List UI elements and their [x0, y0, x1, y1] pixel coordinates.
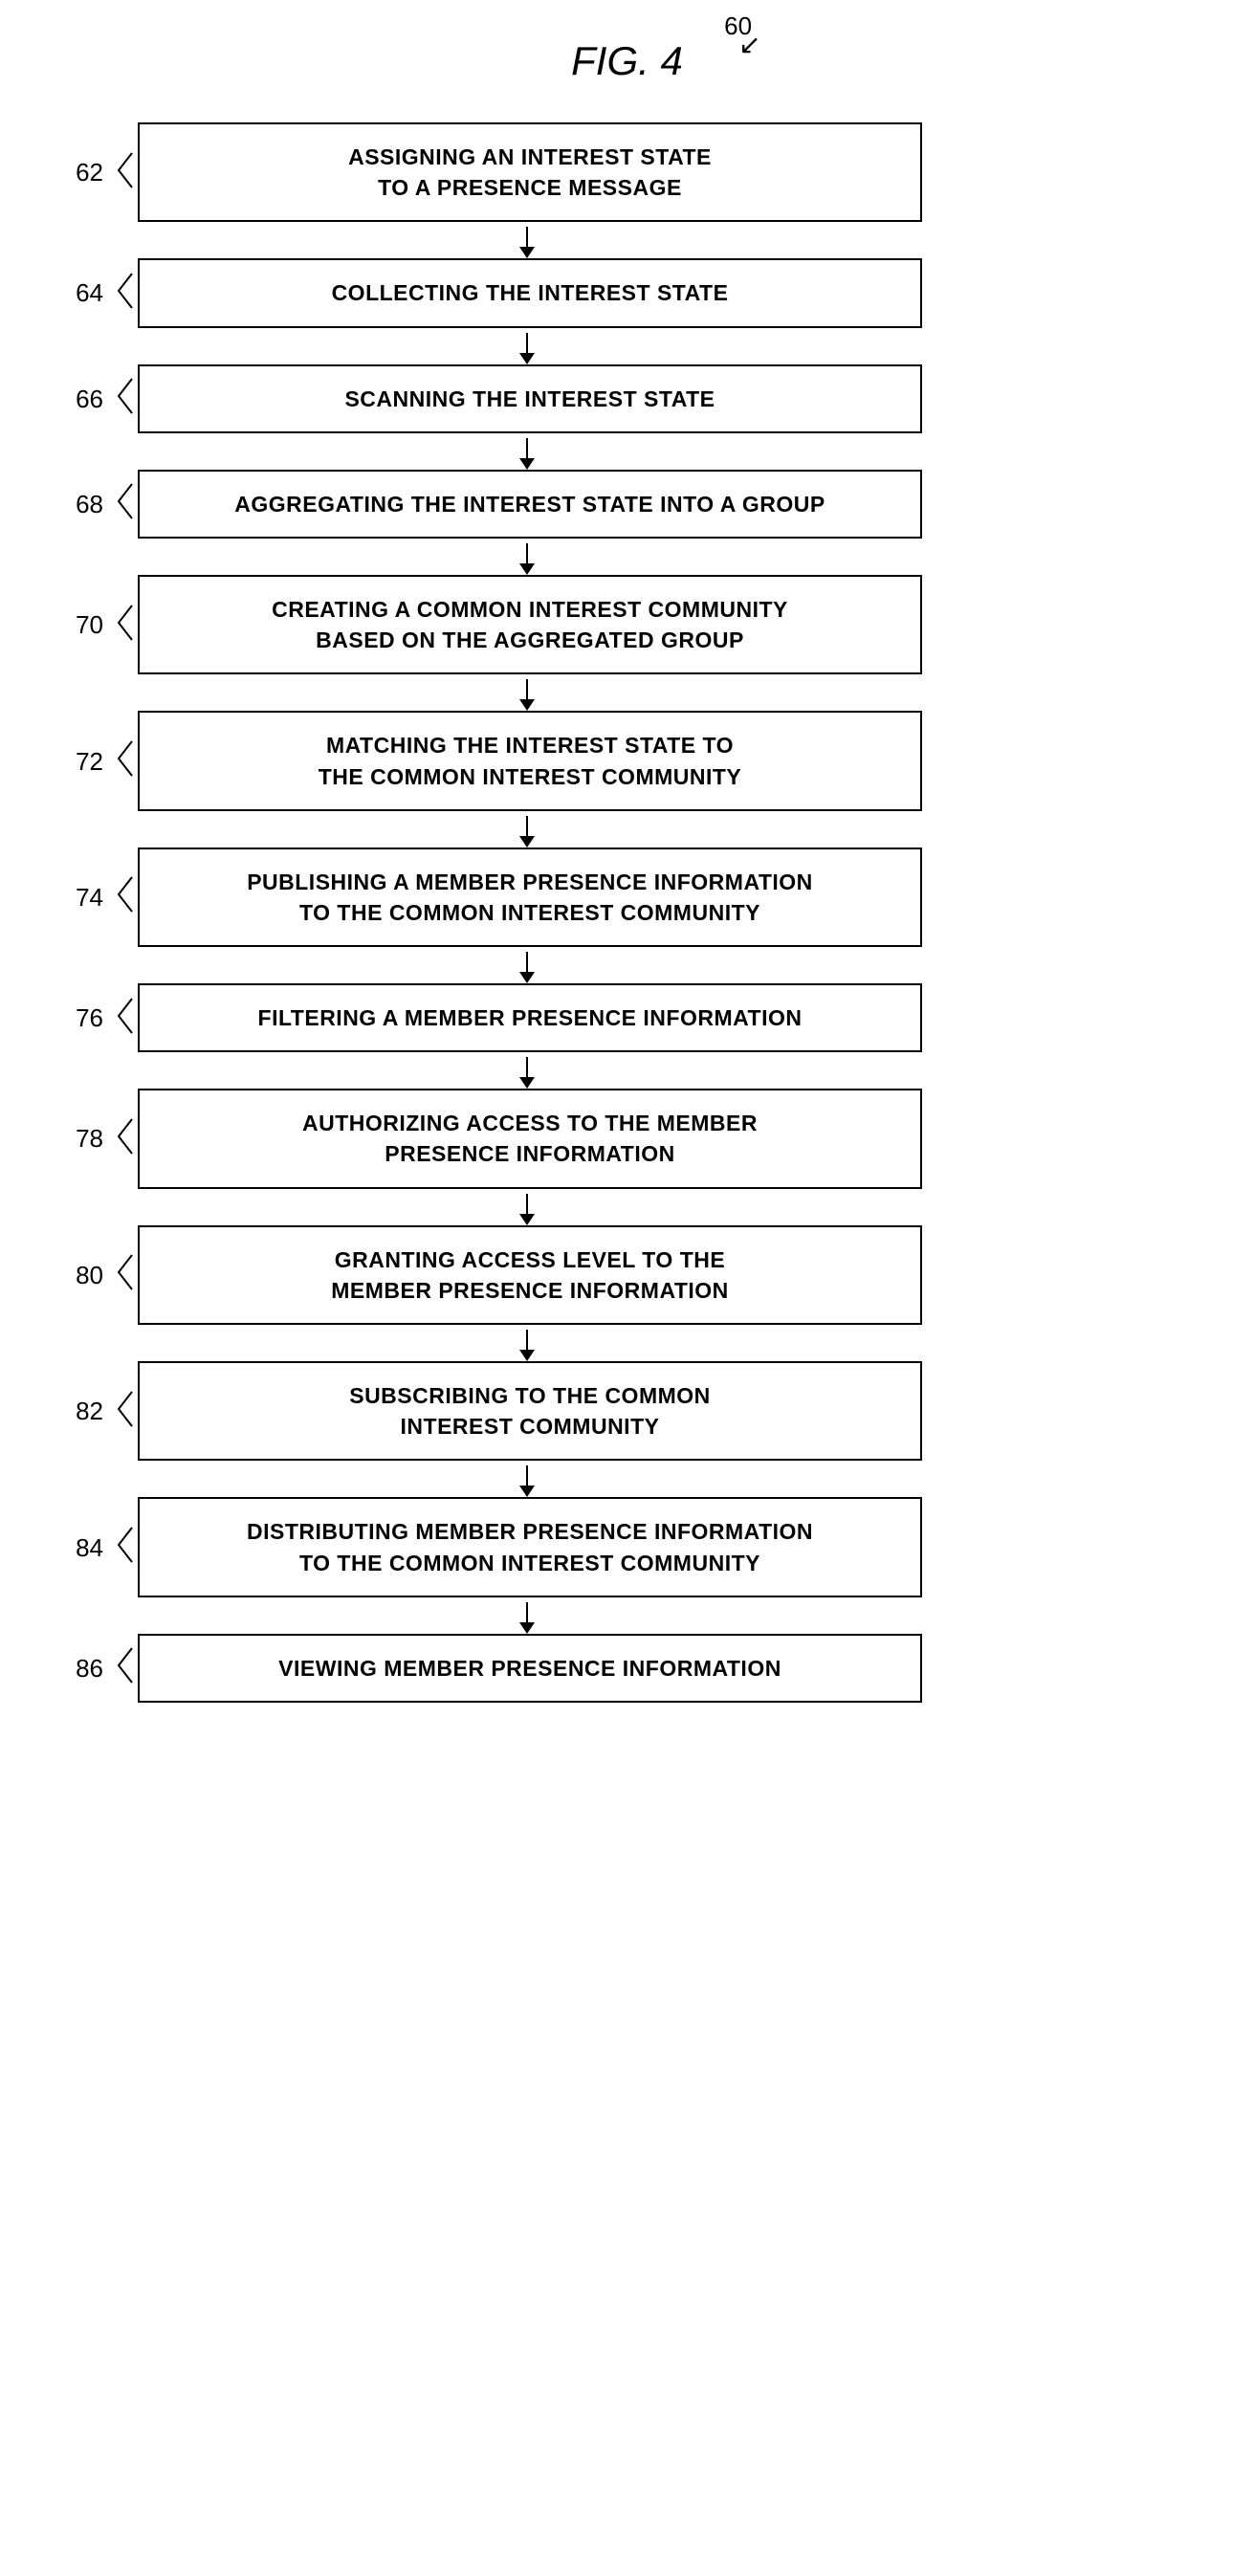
step-box-86: VIEWING MEMBER PRESENCE INFORMATION — [138, 1634, 922, 1703]
figure-header: FIG. 4 60 ↙ — [0, 38, 1254, 84]
step-box-62: ASSIGNING AN INTEREST STATETO A PRESENCE… — [138, 122, 922, 222]
step-number-82: 82 — [0, 1398, 115, 1423]
step-bracket-64 — [115, 272, 138, 315]
step-number-76: 76 — [0, 1005, 115, 1030]
figure-number-arrow: ↙ — [738, 29, 760, 60]
flowchart: 62 ASSIGNING AN INTEREST STATETO A PRESEN… — [0, 122, 1254, 1703]
connector-arrow-64 — [519, 353, 535, 364]
connector-66 — [0, 433, 1254, 470]
step-number-64: 64 — [0, 280, 115, 305]
connector-82 — [0, 1461, 1254, 1497]
connector-68 — [0, 539, 1254, 575]
step-84: 84 DISTRIBUTING MEMBER PRESENCE INFORMATI… — [0, 1497, 1254, 1596]
connector-84 — [0, 1597, 1254, 1634]
connector-arrow-84 — [519, 1622, 535, 1634]
step-bracket-66 — [115, 377, 138, 420]
step-number-74: 74 — [0, 885, 115, 910]
connector-arrow-66 — [519, 458, 535, 470]
step-bracket-82 — [115, 1390, 138, 1433]
step-number-68: 68 — [0, 492, 115, 517]
step-box-66: SCANNING THE INTEREST STATE — [138, 364, 922, 433]
step-number-78: 78 — [0, 1126, 115, 1151]
step-bracket-72 — [115, 739, 138, 782]
step-64: 64 COLLECTING THE INTEREST STATE — [0, 258, 1254, 327]
connector-80 — [0, 1325, 1254, 1361]
step-box-82: SUBSCRIBING TO THE COMMONINTEREST COMMUN… — [138, 1361, 922, 1461]
step-box-64: COLLECTING THE INTEREST STATE — [138, 258, 922, 327]
page-container: FIG. 4 60 ↙ 62 ASSIGNING AN INTEREST STAT… — [0, 0, 1254, 2576]
step-68: 68 AGGREGATING THE INTEREST STATE INTO A … — [0, 470, 1254, 539]
step-bracket-84 — [115, 1526, 138, 1569]
step-number-62: 62 — [0, 160, 115, 185]
step-number-66: 66 — [0, 386, 115, 411]
step-number-70: 70 — [0, 612, 115, 637]
step-82: 82 SUBSCRIBING TO THE COMMONINTEREST COMM… — [0, 1361, 1254, 1461]
connector-70 — [0, 674, 1254, 711]
step-bracket-68 — [115, 482, 138, 525]
step-80: 80 GRANTING ACCESS LEVEL TO THEMEMBER PRE… — [0, 1225, 1254, 1325]
step-box-70: CREATING A COMMON INTEREST COMMUNITYBASE… — [138, 575, 922, 674]
step-number-84: 84 — [0, 1535, 115, 1560]
connector-arrow-62 — [519, 247, 535, 258]
connector-arrow-76 — [519, 1077, 535, 1089]
step-number-72: 72 — [0, 749, 115, 774]
connector-arrow-74 — [519, 972, 535, 983]
figure-title: FIG. 4 — [571, 38, 683, 83]
connector-74 — [0, 947, 1254, 983]
step-box-84: DISTRIBUTING MEMBER PRESENCE INFORMATION… — [138, 1497, 922, 1596]
connector-arrow-78 — [519, 1214, 535, 1225]
step-78: 78 AUTHORIZING ACCESS TO THE MEMBERPRESEN… — [0, 1089, 1254, 1188]
step-box-74: PUBLISHING A MEMBER PRESENCE INFORMATION… — [138, 848, 922, 947]
step-70: 70 CREATING A COMMON INTEREST COMMUNITYBA… — [0, 575, 1254, 674]
step-box-68: AGGREGATING THE INTEREST STATE INTO A GR… — [138, 470, 922, 539]
step-76: 76 FILTERING A MEMBER PRESENCE INFORMATIO… — [0, 983, 1254, 1052]
connector-arrow-72 — [519, 836, 535, 848]
step-72: 72 MATCHING THE INTEREST STATE TOTHE COMM… — [0, 711, 1254, 810]
connector-72 — [0, 811, 1254, 848]
step-box-80: GRANTING ACCESS LEVEL TO THEMEMBER PRESE… — [138, 1225, 922, 1325]
connector-arrow-70 — [519, 699, 535, 711]
step-86: 86 VIEWING MEMBER PRESENCE INFORMATION — [0, 1634, 1254, 1703]
step-74: 74 PUBLISHING A MEMBER PRESENCE INFORMATI… — [0, 848, 1254, 947]
step-number-80: 80 — [0, 1263, 115, 1288]
step-bracket-70 — [115, 604, 138, 647]
step-bracket-80 — [115, 1253, 138, 1296]
connector-62 — [0, 222, 1254, 258]
step-bracket-86 — [115, 1646, 138, 1689]
step-number-86: 86 — [0, 1656, 115, 1681]
step-bracket-62 — [115, 151, 138, 194]
step-66: 66 SCANNING THE INTEREST STATE — [0, 364, 1254, 433]
step-box-78: AUTHORIZING ACCESS TO THE MEMBERPRESENCE… — [138, 1089, 922, 1188]
connector-arrow-80 — [519, 1350, 535, 1361]
step-bracket-78 — [115, 1117, 138, 1160]
connector-arrow-68 — [519, 563, 535, 575]
connector-78 — [0, 1189, 1254, 1225]
step-bracket-76 — [115, 997, 138, 1040]
step-bracket-74 — [115, 875, 138, 918]
step-box-72: MATCHING THE INTEREST STATE TOTHE COMMON… — [138, 711, 922, 810]
connector-76 — [0, 1052, 1254, 1089]
connector-64 — [0, 328, 1254, 364]
connector-arrow-82 — [519, 1486, 535, 1497]
step-box-76: FILTERING A MEMBER PRESENCE INFORMATION — [138, 983, 922, 1052]
step-62: 62 ASSIGNING AN INTEREST STATETO A PRESEN… — [0, 122, 1254, 222]
